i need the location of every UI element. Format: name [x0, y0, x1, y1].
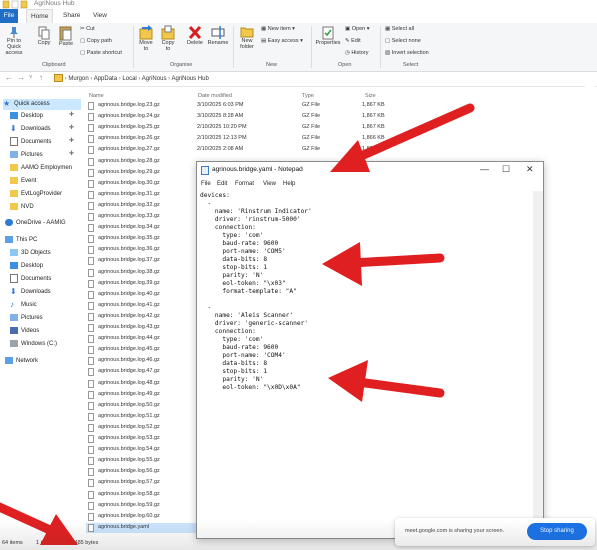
screen-share-banner: meet.google.com is sharing your screen. … — [395, 518, 595, 546]
annotation-overlay — [0, 103, 475, 545]
arrow-annotation-com4 — [328, 360, 445, 402]
arrow-annotation-selected-file — [0, 502, 78, 545]
arrow-annotation-notepad-title — [330, 103, 475, 172]
stop-sharing-button[interactable]: Stop sharing — [527, 523, 587, 540]
arrow-annotation-com5 — [322, 242, 445, 286]
screen-share-message: meet.google.com is sharing your screen. — [405, 528, 505, 534]
